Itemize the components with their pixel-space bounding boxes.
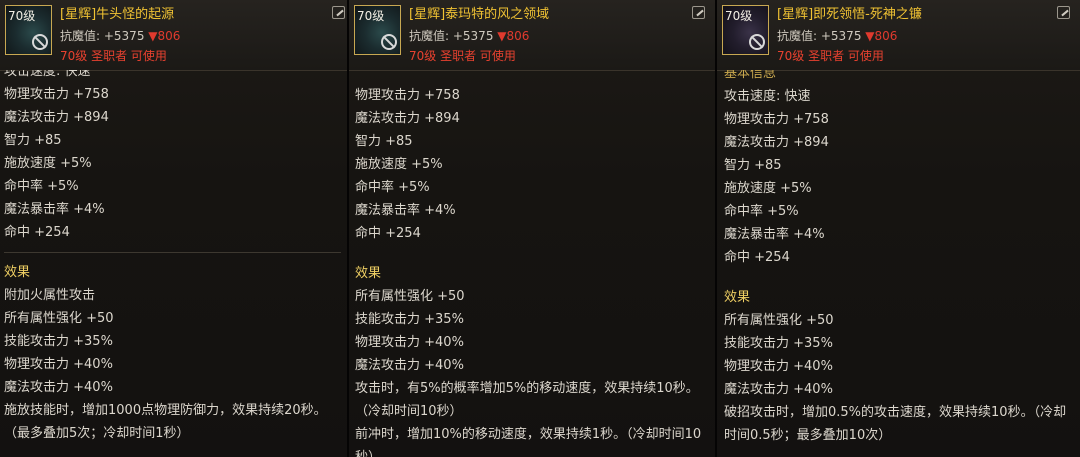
effect-line: 技能攻击力 +35% [724, 336, 833, 351]
stat-line: 魔法暴击率 +4% [724, 227, 825, 242]
stat-line-cut: 攻击速度: 快速 [4, 70, 91, 79]
stat-line: 物理攻击力 +758 [4, 87, 109, 102]
compare-icon[interactable] [692, 6, 705, 19]
effect-line: 魔法攻击力 +40% [724, 382, 833, 397]
stat-line: 施放速度 +5% [724, 181, 812, 196]
stat-line: 智力 +85 [355, 134, 413, 149]
stat-line: 命中率 +5% [724, 204, 799, 219]
anti-magic-down: ▼806 [148, 29, 181, 43]
stat-line: 魔法攻击力 +894 [4, 110, 109, 125]
effect-line: 魔法攻击力 +40% [355, 358, 464, 373]
tooltip-body: 攻击速度: 快速 物理攻击力 +758 魔法攻击力 +894 智力 +85 施放速度 … [0, 70, 347, 457]
effect-line: 物理攻击力 +40% [724, 359, 833, 374]
effect-line: 前冲时，增加10%的移动速度，效果持续1秒。（冷却时间10秒） [355, 427, 702, 457]
compare-icon[interactable] [332, 6, 345, 19]
tooltip-body: 物理攻击力 +758 魔法攻击力 +894 智力 +85 施放速度 +5% 命中率 +5… [349, 70, 715, 457]
item-name: [星辉]即死领悟-死神之镰 [777, 3, 922, 22]
item-icon[interactable]: 70级 [354, 5, 401, 55]
effect-line: 技能攻击力 +35% [355, 312, 464, 327]
level-badge: 70级 [725, 9, 753, 23]
effect-line: 攻击时，有5%的概率增加5%的移动速度，效果持续10秒。（冷却时间10秒） [355, 381, 699, 419]
anti-magic-label: 抗魔值: +5375 [777, 29, 862, 43]
effects-title: 效果 [355, 266, 382, 281]
section-title-cut: 基本信息 [724, 70, 777, 81]
tooltip-header: 70级 [星辉]即死领悟-死神之镰 抗魔值: +5375 ▼806 70级 圣职… [717, 0, 1080, 71]
effect-line: 所有属性强化 +50 [4, 311, 114, 326]
item-tooltip-2: 70级 [星辉]泰玛特的风之领域 抗魔值: +5375 ▼806 70级 圣职者… [349, 0, 715, 457]
item-title: 泰玛特的风之领域 [445, 7, 550, 22]
effect-line: 技能攻击力 +35% [4, 334, 113, 349]
tooltip-header: 70级 [星辉]泰玛特的风之领域 抗魔值: +5375 ▼806 70级 圣职者… [349, 0, 715, 71]
effect-line: 施放技能时，增加1000点物理防御力，效果持续20秒。（最多叠加5次；冷却时间1… [4, 403, 327, 441]
stat-line: 智力 +85 [724, 158, 782, 173]
stats-list: 攻击速度: 快速物理攻击力 +758 魔法攻击力 +894 智力 +85 施放速度 +… [724, 85, 1074, 269]
stat-line: 命中 +254 [4, 225, 70, 240]
requirement-text: 70级 圣职者 可使用 [60, 49, 167, 63]
grade-label: [星辉] [409, 7, 446, 22]
stat-line: 命中 +254 [355, 226, 421, 241]
stat-line: 攻击速度: 快速 [724, 89, 811, 104]
stats-list: 物理攻击力 +758 魔法攻击力 +894 智力 +85 施放速度 +5% 命中率 +5… [355, 84, 709, 245]
effect-line: 魔法攻击力 +40% [4, 380, 113, 395]
tooltip-body: 基本信息 攻击速度: 快速物理攻击力 +758 魔法攻击力 +894 智力 +85 施… [717, 70, 1080, 457]
item-name: [星辉]泰玛特的风之领域 [409, 3, 549, 22]
effect-line: 物理攻击力 +40% [4, 357, 113, 372]
item-name: [星辉]牛头怪的起源 [60, 3, 174, 22]
prohibited-icon [749, 34, 765, 50]
item-title: 即死领悟-死神之镰 [813, 7, 922, 22]
item-tooltip-3: 70级 [星辉]即死领悟-死神之镰 抗魔值: +5375 ▼806 70级 圣职… [717, 0, 1080, 457]
stats-list: 物理攻击力 +758 魔法攻击力 +894 智力 +85 施放速度 +5% 命中率 +5… [4, 83, 341, 244]
effect-line: 物理攻击力 +40% [355, 335, 464, 350]
anti-magic-value: 抗魔值: +5375 ▼806 [409, 27, 529, 44]
anti-magic-value: 抗魔值: +5375 ▼806 [60, 27, 180, 44]
stat-line: 智力 +85 [4, 133, 62, 148]
effects-list: 所有属性强化 +50 技能攻击力 +35% 物理攻击力 +40% 魔法攻击力 +40%… [724, 309, 1074, 447]
grade-label: [星辉] [777, 7, 814, 22]
stat-line: 施放速度 +5% [355, 157, 443, 172]
effects-list: 所有属性强化 +50 技能攻击力 +35% 物理攻击力 +40% 魔法攻击力 +40%… [355, 285, 709, 457]
effects-title: 效果 [4, 265, 31, 280]
stat-line: 命中 +254 [724, 250, 790, 265]
item-icon[interactable]: 70级 [722, 5, 769, 55]
item-tooltip-1: 70级 [星辉]牛头怪的起源 抗魔值: +5375 ▼806 70级 圣职者 可… [0, 0, 347, 457]
effect-line: 破招攻击时，增加0.5%的攻击速度，效果持续10秒。（冷却时间0.5秒；最多叠加… [724, 405, 1067, 443]
effect-line: 所有属性强化 +50 [724, 313, 834, 328]
effects-list: 附加火属性攻击所有属性强化 +50 技能攻击力 +35% 物理攻击力 +40% 魔法攻… [4, 284, 341, 445]
item-title: 牛头怪的起源 [96, 7, 175, 22]
stat-line: 物理攻击力 +758 [724, 112, 829, 127]
stat-line: 魔法攻击力 +894 [355, 111, 460, 126]
item-icon[interactable]: 70级 [5, 5, 52, 55]
requirement-text: 70级 圣职者 可使用 [409, 49, 516, 63]
anti-magic-value: 抗魔值: +5375 ▼806 [777, 27, 897, 44]
stat-line: 物理攻击力 +758 [355, 88, 460, 103]
effect-line: 附加火属性攻击 [4, 288, 96, 303]
effect-line: 所有属性强化 +50 [355, 289, 465, 304]
prohibited-icon [32, 34, 48, 50]
effects-title: 效果 [724, 290, 751, 305]
stat-line: 魔法暴击率 +4% [4, 202, 105, 217]
level-badge: 70级 [8, 9, 36, 23]
anti-magic-down: ▼806 [497, 29, 530, 43]
grade-label: [星辉] [60, 7, 97, 22]
tooltip-header: 70级 [星辉]牛头怪的起源 抗魔值: +5375 ▼806 70级 圣职者 可… [0, 0, 347, 71]
stat-line: 魔法暴击率 +4% [355, 203, 456, 218]
anti-magic-label: 抗魔值: +5375 [409, 29, 494, 43]
anti-magic-label: 抗魔值: +5375 [60, 29, 145, 43]
stat-line: 命中率 +5% [4, 179, 79, 194]
stat-line: 施放速度 +5% [4, 156, 92, 171]
prohibited-icon [381, 34, 397, 50]
level-badge: 70级 [357, 9, 385, 23]
anti-magic-down: ▼806 [865, 29, 898, 43]
compare-icon[interactable] [1057, 6, 1070, 19]
requirement-text: 70级 圣职者 可使用 [777, 49, 884, 63]
stat-line: 命中率 +5% [355, 180, 430, 195]
stat-line: 魔法攻击力 +894 [724, 135, 829, 150]
